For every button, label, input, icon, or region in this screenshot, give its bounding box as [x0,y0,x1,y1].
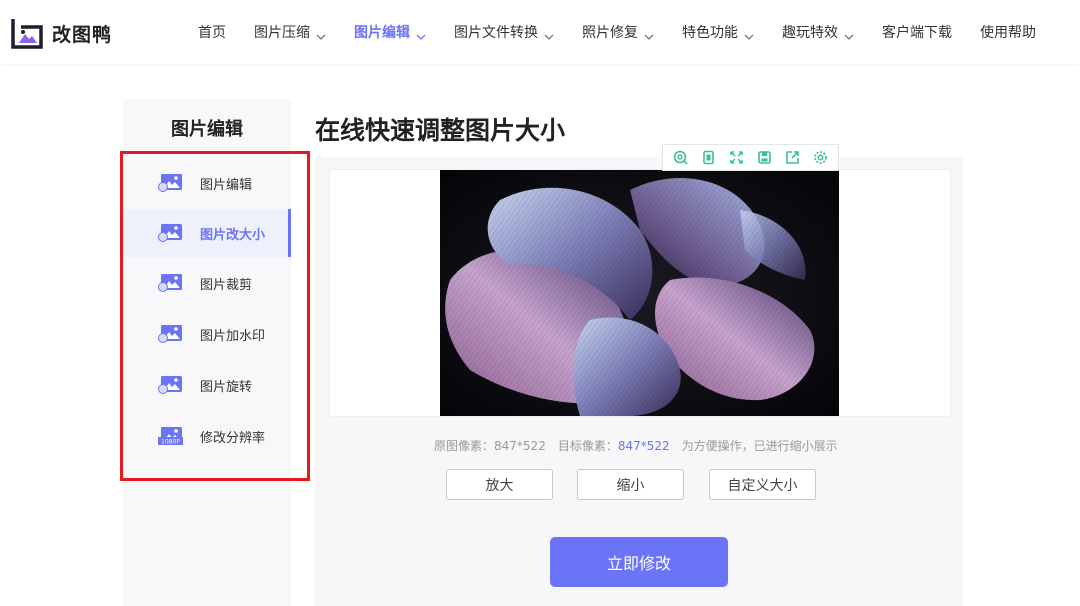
sidebar-item-label: 图片改大小 [200,228,266,243]
nav-item-label: 图片文件转换 [454,25,538,41]
chevron-down-icon [544,29,554,40]
brand-name: 改图鸭 [52,23,113,46]
target-pixels-value: 847*522 [617,439,670,453]
main-nav: 首页 图片压缩 图片编辑 图片文件转换 照片修复 特色功能 趣玩特效 客户端下载 使用帮助 [198,0,1064,64]
zoom-icon[interactable] [673,150,688,165]
shrink-button[interactable]: 缩小 [577,469,684,500]
image-crop-icon [158,273,183,292]
sidebar-item-label: 图片裁剪 [200,278,253,293]
image-resize-icon [158,223,183,242]
nav-item-label: 照片修复 [582,25,638,41]
custom-size-button[interactable]: 自定义大小 [709,469,816,500]
enlarge-button[interactable]: 放大 [446,469,553,500]
save-icon[interactable] [757,150,772,165]
chevron-down-icon [744,29,754,40]
nav-item-8[interactable]: 使用帮助 [980,22,1036,42]
sidebar: 图片编辑 图片编辑图片改大小图片裁剪图片加水印图片旋转 1080P 修改分辨率 [123,99,291,606]
preview-image[interactable] [440,170,839,416]
nav-item-3[interactable]: 图片文件转换 [454,22,554,42]
nav-item-label: 首页 [198,25,226,41]
page-title: 在线快速调整图片大小 [315,116,566,145]
pixel-info: 原图像素：847*522 目标像素：847*522 为方便操作，已进行缩小展示 [434,437,838,454]
chevron-down-icon [644,29,654,40]
resolution-1080p-icon: 1080P [158,426,183,446]
sidebar-item-label: 图片编辑 [200,178,253,193]
sidebar-item-5[interactable]: 1080P 修改分辨率 [123,412,291,460]
nav-item-label: 图片编辑 [354,25,410,41]
chevron-down-icon [844,29,854,40]
nav-item-label: 图片压缩 [254,25,310,41]
image-rotate-icon [158,375,183,394]
nav-item-5[interactable]: 特色功能 [682,22,754,42]
nav-item-label: 客户端下载 [882,25,952,41]
top-header: 改图鸭 首页 图片压缩 图片编辑 图片文件转换 照片修复 特色功能 趣玩特效 客户端下载 使用帮… [0,0,1080,64]
nav-item-2[interactable]: 图片编辑 [354,22,426,42]
sidebar-item-2[interactable]: 图片裁剪 [123,259,291,307]
original-pixels-value: 847*522 [494,439,546,453]
brand-logo[interactable]: 改图鸭 [10,17,112,49]
duck-logo-icon [10,17,44,49]
nav-item-6[interactable]: 趣玩特效 [782,22,854,42]
original-pixels-label: 原图像素： [434,439,495,453]
nav-item-label: 特色功能 [682,25,738,41]
sidebar-item-4[interactable]: 图片旋转 [123,361,291,409]
sidebar-item-1[interactable]: 图片改大小 [123,209,291,257]
badge-text: 1080P [161,439,180,446]
fit-icon[interactable] [701,150,716,165]
sidebar-item-label: 修改分辨率 [200,431,266,446]
image-watermark-icon [158,324,183,343]
image-toolbar [662,144,839,171]
settings-icon[interactable] [813,150,828,165]
target-pixels-label: 目标像素： [557,439,618,453]
nav-item-4[interactable]: 照片修复 [582,22,654,42]
nav-item-7[interactable]: 客户端下载 [882,22,952,42]
chevron-down-icon [316,29,326,40]
chevron-down-icon [416,29,426,40]
nav-item-label: 使用帮助 [980,25,1036,41]
nav-item-label: 趣玩特效 [782,25,838,41]
submit-modify-button[interactable]: 立即修改 [550,537,728,587]
export-icon[interactable] [785,150,800,165]
sidebar-title: 图片编辑 [171,119,243,140]
display-note: 为方便操作，已进行缩小展示 [681,439,838,453]
sidebar-item-label: 图片旋转 [200,380,253,395]
image-edit-icon [158,173,183,192]
nav-item-1[interactable]: 图片压缩 [254,22,326,42]
sidebar-item-3[interactable]: 图片加水印 [123,310,291,358]
sidebar-item-label: 图片加水印 [200,329,266,344]
nav-item-0[interactable]: 首页 [198,22,226,42]
sidebar-item-0[interactable]: 图片编辑 [123,159,291,207]
fullscreen-icon[interactable] [729,150,744,165]
